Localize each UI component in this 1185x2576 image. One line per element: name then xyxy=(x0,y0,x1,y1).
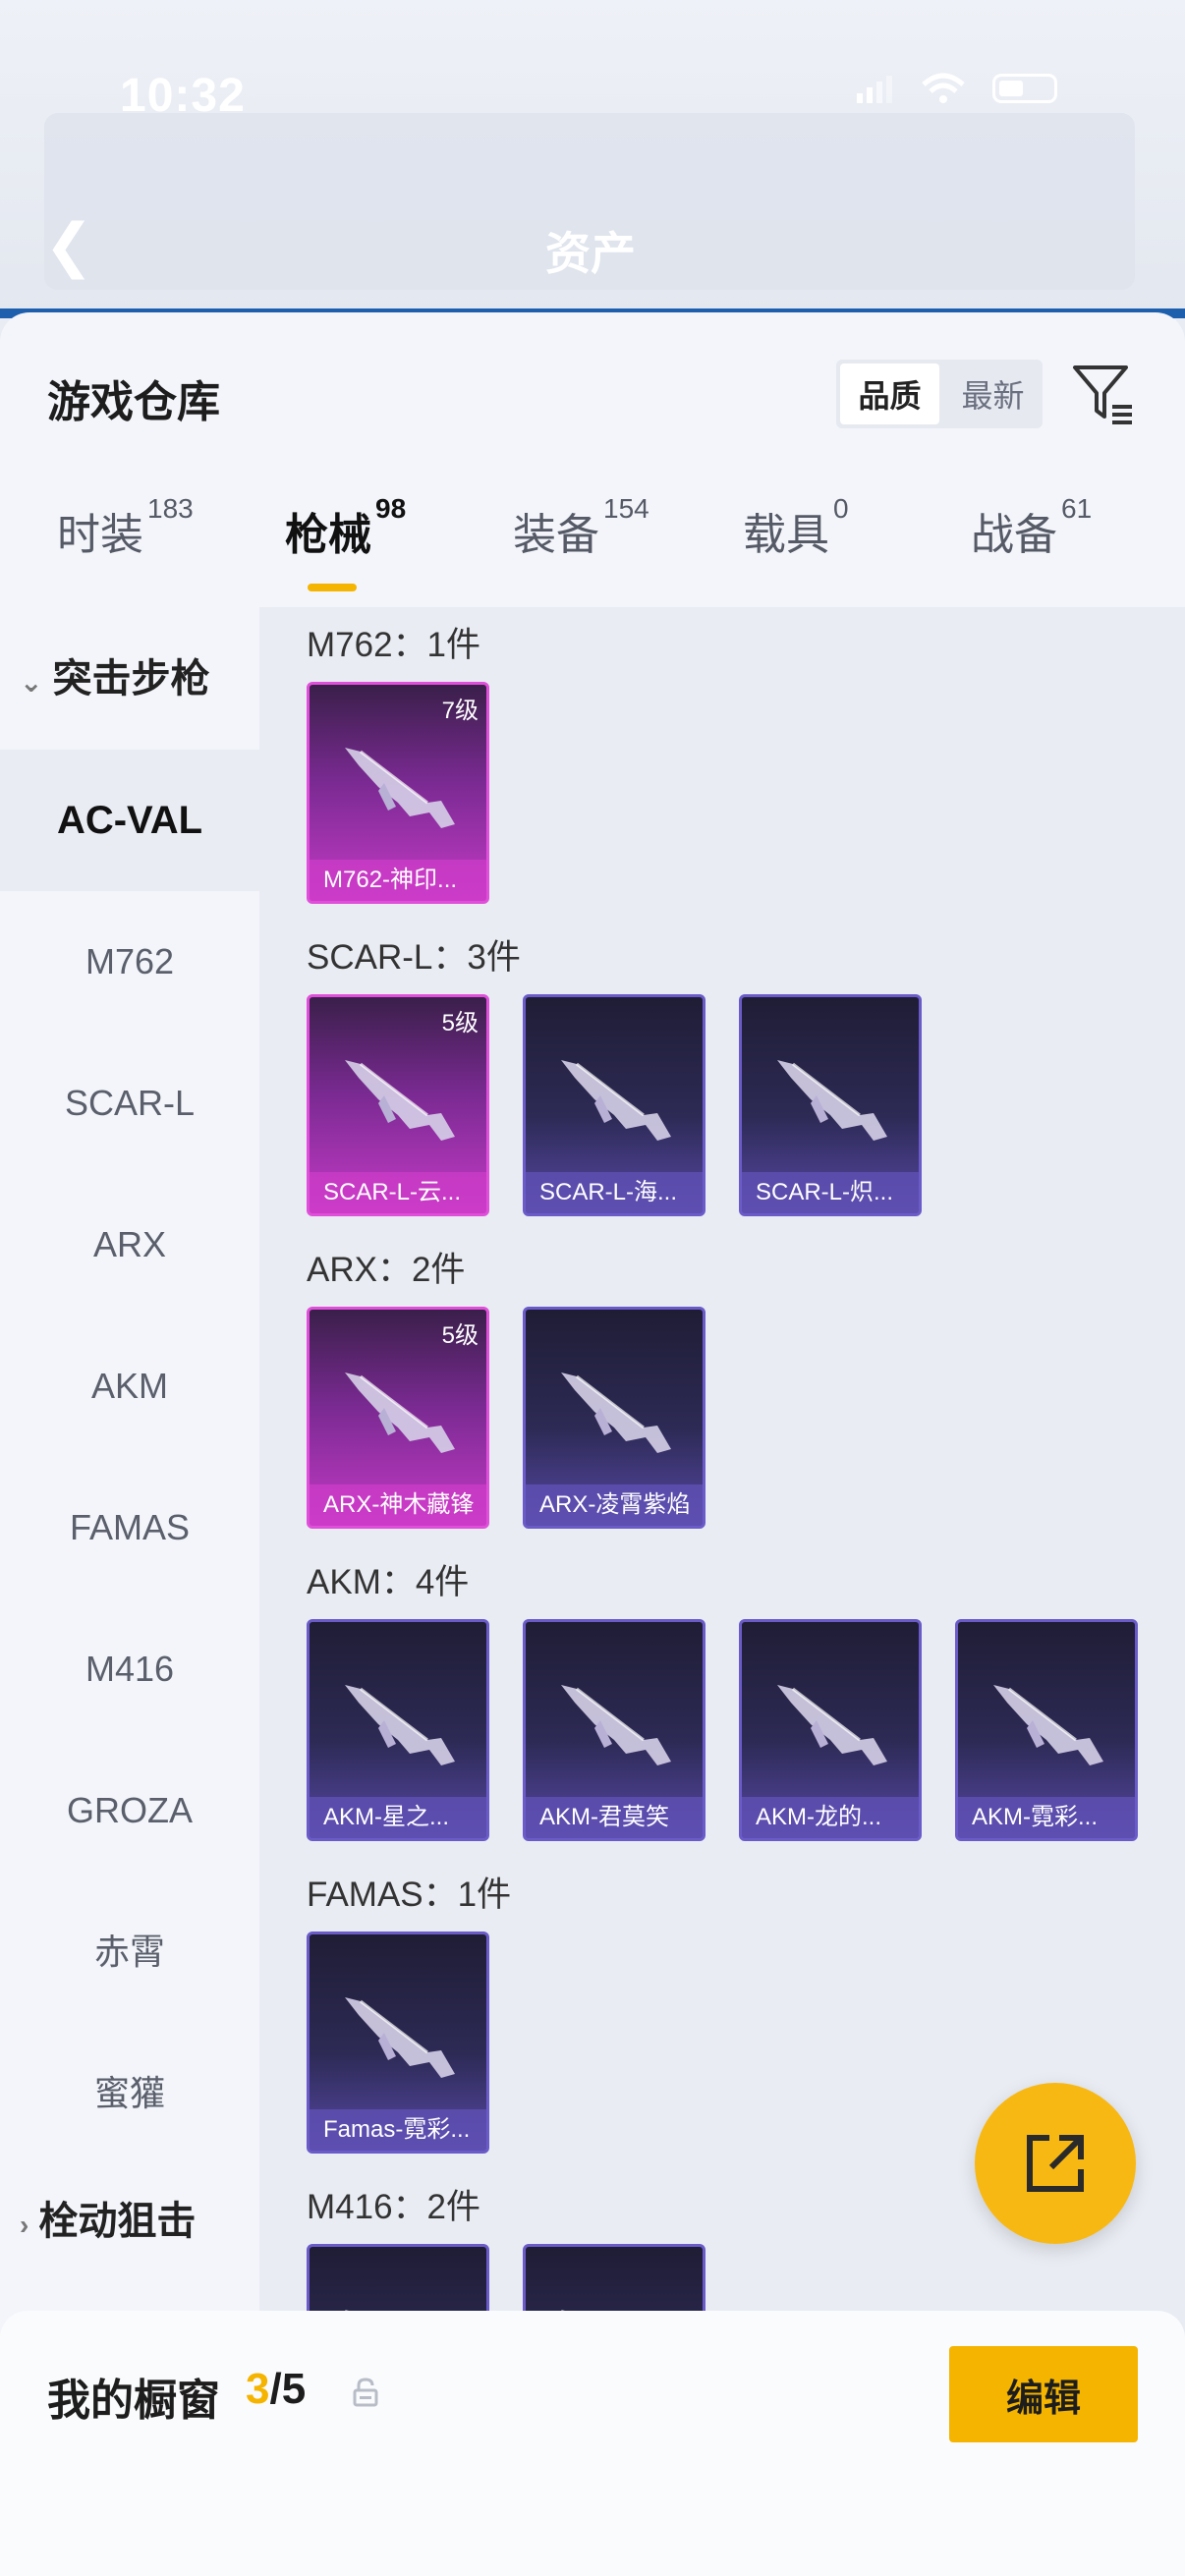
category-item-m416[interactable]: M416 xyxy=(0,1598,259,1740)
weapon-card[interactable]: 5级 ARX-神木藏锋 xyxy=(307,1307,489,1529)
weapon-icon xyxy=(561,1372,671,1453)
tab-label: 时装 xyxy=(57,511,143,559)
tab-vehicles[interactable]: 载具0 xyxy=(743,493,849,562)
weapon-icon xyxy=(777,1685,887,1765)
weapon-card[interactable]: SCAR-L-海... xyxy=(523,994,705,1216)
weapon-name: AKM-龙的... xyxy=(742,1797,919,1838)
weapon-name: ARX-凌霄紫焰 xyxy=(526,1484,703,1526)
showcase-count: 3/5 xyxy=(246,2365,306,2414)
signal-icon xyxy=(857,76,892,103)
share-button[interactable] xyxy=(975,2083,1136,2244)
tab-guns[interactable]: 枪械98 xyxy=(285,493,406,562)
tab-count: 0 xyxy=(833,493,849,524)
status-icons xyxy=(855,73,1057,104)
group-label: 栓动狙击 xyxy=(38,2200,197,2243)
tab-supplies[interactable]: 战备61 xyxy=(971,493,1092,562)
tab-label: 枪械 xyxy=(285,511,371,559)
group-label: 突击步枪 xyxy=(52,657,210,700)
weapon-icon xyxy=(561,1685,671,1765)
level-badge: 5级 xyxy=(441,1010,479,1036)
weapon-card[interactable]: AKM-君莫笑 xyxy=(523,1619,705,1841)
weapon-card[interactable]: 5级 SCAR-L-云... xyxy=(307,994,489,1216)
weapon-name: ARX-神木藏锋 xyxy=(310,1484,486,1526)
tab-equipment[interactable]: 装备154 xyxy=(513,493,649,562)
tab-fashion[interactable]: 时装183 xyxy=(57,493,194,562)
weapon-name: SCAR-L-炽... xyxy=(742,1172,919,1213)
showcase-current: 3 xyxy=(246,2365,270,2413)
category-group-bolt-sniper[interactable]: › 栓动狙击 xyxy=(20,2189,196,2246)
tab-label: 战备 xyxy=(971,511,1057,559)
weapon-icon xyxy=(561,1060,671,1141)
weapon-icon xyxy=(345,1060,455,1141)
weapon-card[interactable]: 7级 M762-神印... xyxy=(307,682,489,904)
tab-count: 98 xyxy=(375,493,407,524)
category-sidebar: ⌄ 突击步枪 AC-VAL M762 SCAR-L ARX AKM FAMAS M… xyxy=(0,607,259,2361)
back-arrow-icon[interactable]: ❮ xyxy=(44,211,93,280)
chevron-right-icon: › xyxy=(20,2210,29,2240)
category-item-famas[interactable]: FAMAS xyxy=(0,1457,259,1598)
chevron-down-icon: ⌄ xyxy=(20,667,43,698)
sheet-title: 游戏仓库 xyxy=(47,378,220,426)
weapon-card[interactable]: Famas-霓彩... xyxy=(307,1932,489,2154)
sort-quality[interactable]: 品质 xyxy=(840,364,939,424)
category-item-mihuan[interactable]: 蜜獾 xyxy=(0,2023,259,2164)
weapon-name: AKM-霓彩... xyxy=(958,1797,1135,1838)
wifi-icon xyxy=(922,73,965,103)
category-item-arx[interactable]: ARX xyxy=(0,1174,259,1316)
category-tabs: 时装183 枪械98 装备154 载具0 战备61 xyxy=(0,493,1185,607)
status-time: 10:32 xyxy=(120,70,246,122)
weapon-card[interactable]: AKM-龙的... xyxy=(739,1619,922,1841)
weapon-card[interactable]: AKM-霓彩... xyxy=(955,1619,1138,1841)
level-badge: 7级 xyxy=(441,698,479,724)
section-title: M416：2件 xyxy=(307,2188,481,2226)
tab-count: 183 xyxy=(147,493,194,524)
lock-icon xyxy=(353,2378,378,2407)
weapon-icon xyxy=(777,1060,887,1141)
category-item-chixiao[interactable]: 赤霄 xyxy=(0,1881,259,2023)
weapon-icon xyxy=(345,1997,455,2078)
warehouse-sheet: 游戏仓库 品质 最新 时装183 枪械98 装备154 载具0 战备61 ⌄ 突击… xyxy=(0,312,1185,2576)
section-title: FAMAS：1件 xyxy=(307,1876,512,1914)
filter-icon[interactable] xyxy=(1069,360,1138,428)
sort-toggle: 品质 最新 xyxy=(836,360,1043,428)
share-icon xyxy=(1027,2135,1084,2192)
battery-icon xyxy=(992,74,1057,103)
section-title: ARX：2件 xyxy=(307,1251,466,1289)
showcase-label: 我的橱窗 xyxy=(47,2377,220,2425)
tab-label: 装备 xyxy=(513,511,599,559)
level-badge: 5级 xyxy=(441,1322,479,1349)
category-group-assault[interactable]: ⌄ 突击步枪 xyxy=(20,646,209,703)
showcase-bar: 我的橱窗 3/5 编辑 xyxy=(0,2311,1185,2576)
weapon-name: AKM-君莫笑 xyxy=(526,1797,703,1838)
section-title: SCAR-L：3件 xyxy=(307,938,521,977)
weapon-name: M762-神印... xyxy=(310,860,486,901)
edit-button[interactable]: 编辑 xyxy=(949,2346,1138,2442)
weapon-name: SCAR-L-云... xyxy=(310,1172,486,1213)
weapon-card[interactable]: AKM-星之... xyxy=(307,1619,489,1841)
showcase-total: /5 xyxy=(269,2365,307,2413)
weapon-icon xyxy=(993,1685,1103,1765)
category-item-groza[interactable]: GROZA xyxy=(0,1740,259,1881)
tab-count: 154 xyxy=(603,493,649,524)
weapon-icon xyxy=(345,748,455,828)
weapon-name: AKM-星之... xyxy=(310,1797,486,1838)
weapon-name: Famas-霓彩... xyxy=(310,2109,486,2151)
tab-label: 载具 xyxy=(743,511,829,559)
active-tab-indicator xyxy=(308,584,357,591)
section-title: M762：1件 xyxy=(307,626,481,664)
section-title: AKM：4件 xyxy=(307,1563,470,1601)
weapon-name: SCAR-L-海... xyxy=(526,1172,703,1213)
category-item-acval[interactable]: AC-VAL xyxy=(0,750,259,891)
weapon-card[interactable]: SCAR-L-炽... xyxy=(739,994,922,1216)
category-item-m762[interactable]: M762 xyxy=(0,891,259,1033)
sort-latest[interactable]: 最新 xyxy=(943,360,1043,428)
tab-count: 61 xyxy=(1061,493,1093,524)
weapon-icon xyxy=(345,1372,455,1453)
weapon-icon xyxy=(345,1685,455,1765)
category-item-akm[interactable]: AKM xyxy=(0,1316,259,1457)
page-title: 资产 xyxy=(545,228,636,279)
weapon-card[interactable]: ARX-凌霄紫焰 xyxy=(523,1307,705,1529)
category-item-scarl[interactable]: SCAR-L xyxy=(0,1033,259,1174)
